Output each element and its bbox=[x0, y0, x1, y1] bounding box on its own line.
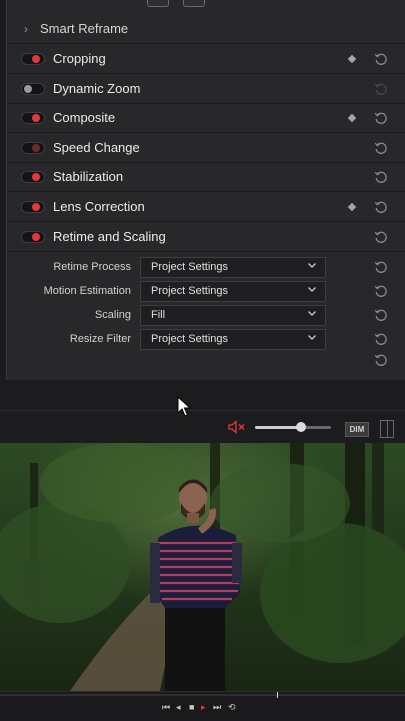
reset-icon[interactable] bbox=[374, 332, 388, 346]
skip-back-icon[interactable]: ⏮ bbox=[162, 702, 170, 713]
enable-toggle[interactable] bbox=[21, 141, 45, 154]
smart-reframe-label: Smart Reframe bbox=[40, 21, 129, 36]
video-frame bbox=[0, 443, 405, 691]
section-row[interactable]: Retime and Scaling bbox=[7, 222, 405, 252]
reset-icon[interactable] bbox=[374, 200, 388, 214]
reset-icon[interactable] bbox=[374, 260, 388, 274]
volume-fill bbox=[255, 426, 301, 429]
property-row: Resize Filter Project Settings bbox=[7, 328, 405, 350]
enable-toggle[interactable] bbox=[21, 230, 45, 243]
reset-icon[interactable] bbox=[374, 284, 388, 298]
reset-icon[interactable] bbox=[374, 141, 388, 155]
viewer-toolbar: DIM bbox=[0, 410, 405, 443]
property-label: Retime Process bbox=[53, 261, 131, 273]
reset-icon[interactable] bbox=[374, 230, 388, 244]
video-image bbox=[0, 443, 405, 691]
play-icon[interactable]: ▸ bbox=[201, 702, 206, 713]
reset-icon[interactable] bbox=[374, 82, 388, 96]
panel-toggle-icon[interactable] bbox=[380, 420, 394, 438]
section-row[interactable]: Speed Change bbox=[7, 133, 405, 163]
speaker-muted-icon[interactable] bbox=[228, 420, 246, 434]
panel-tab-nub[interactable] bbox=[183, 0, 205, 7]
smart-reframe-row[interactable]: › Smart Reframe bbox=[7, 14, 405, 44]
property-row: Scaling Fill bbox=[7, 304, 405, 326]
toggle-knob bbox=[32, 232, 40, 241]
section-row[interactable]: Dynamic Zoom bbox=[7, 74, 405, 104]
mouse-cursor-icon bbox=[177, 396, 191, 417]
property-dropdown[interactable]: Project Settings bbox=[140, 329, 326, 350]
property-label: Scaling bbox=[94, 309, 131, 321]
toggle-knob bbox=[24, 84, 32, 93]
property-dropdown[interactable]: Fill bbox=[140, 305, 326, 326]
top-nubs bbox=[147, 0, 205, 7]
section-label: Composite bbox=[53, 110, 116, 125]
reset-icon[interactable] bbox=[374, 353, 388, 367]
dim-button[interactable]: DIM bbox=[345, 422, 369, 437]
chevron-down-icon bbox=[307, 260, 317, 270]
section-row[interactable]: Stabilization bbox=[7, 162, 405, 192]
dropdown-value: Project Settings bbox=[151, 285, 229, 297]
chevron-down-icon bbox=[307, 284, 317, 294]
enable-toggle[interactable] bbox=[21, 82, 45, 95]
step-back-icon[interactable]: ◂ bbox=[176, 702, 181, 713]
inspector-panel: › Smart Reframe Cropping Dynamic Zoom Comp… bbox=[6, 0, 405, 380]
playhead[interactable] bbox=[277, 692, 278, 698]
chevron-right-icon[interactable]: › bbox=[24, 22, 28, 36]
keyframe-diamond-icon[interactable] bbox=[347, 54, 357, 63]
section-label: Speed Change bbox=[53, 140, 140, 155]
toggle-knob bbox=[32, 172, 40, 181]
chevron-down-icon bbox=[307, 308, 317, 318]
enable-toggle[interactable] bbox=[21, 111, 45, 124]
section-row[interactable]: Cropping bbox=[7, 44, 405, 74]
transport-bar: ⏮ ◂ ■ ▸ ⏭ ⟲ bbox=[0, 691, 405, 721]
section-label: Stabilization bbox=[53, 169, 124, 184]
section-label: Retime and Scaling bbox=[53, 229, 166, 244]
volume-knob[interactable] bbox=[295, 422, 306, 432]
volume-slider[interactable] bbox=[255, 422, 331, 432]
property-row: Motion Estimation Project Settings bbox=[7, 280, 405, 302]
toggle-knob bbox=[32, 54, 40, 63]
keyframe-diamond-icon[interactable] bbox=[347, 202, 357, 211]
toggle-knob bbox=[32, 113, 40, 122]
keyframe-diamond-icon[interactable] bbox=[347, 113, 357, 122]
stop-icon[interactable]: ■ bbox=[189, 702, 194, 712]
dropdown-value: Project Settings bbox=[151, 261, 229, 273]
chevron-down-icon bbox=[307, 332, 317, 342]
property-label: Motion Estimation bbox=[43, 285, 131, 297]
toggle-knob bbox=[32, 143, 40, 152]
section-row[interactable]: Composite bbox=[7, 103, 405, 133]
enable-toggle[interactable] bbox=[21, 200, 45, 213]
reset-icon[interactable] bbox=[374, 111, 388, 125]
panel-tab-nub[interactable] bbox=[147, 0, 169, 7]
property-row: Retime Process Project Settings bbox=[7, 256, 405, 278]
reset-icon[interactable] bbox=[374, 170, 388, 184]
property-dropdown[interactable]: Project Settings bbox=[140, 257, 326, 278]
skip-forward-icon[interactable]: ⏭ bbox=[213, 702, 221, 713]
section-label: Dynamic Zoom bbox=[53, 81, 141, 96]
dropdown-value: Fill bbox=[151, 309, 166, 321]
reset-icon[interactable] bbox=[374, 52, 388, 66]
reset-icon[interactable] bbox=[374, 308, 388, 322]
property-label: Resize Filter bbox=[69, 333, 131, 345]
enable-toggle[interactable] bbox=[21, 52, 45, 65]
section-row[interactable]: Lens Correction bbox=[7, 192, 405, 222]
dropdown-value: Project Settings bbox=[151, 333, 229, 345]
section-label: Lens Correction bbox=[53, 199, 145, 214]
property-dropdown[interactable]: Project Settings bbox=[140, 281, 326, 302]
loop-icon[interactable]: ⟲ bbox=[228, 702, 236, 713]
enable-toggle[interactable] bbox=[21, 170, 45, 183]
scrubber-track[interactable] bbox=[0, 694, 405, 696]
section-label: Cropping bbox=[53, 51, 106, 66]
toggle-knob bbox=[32, 202, 40, 211]
